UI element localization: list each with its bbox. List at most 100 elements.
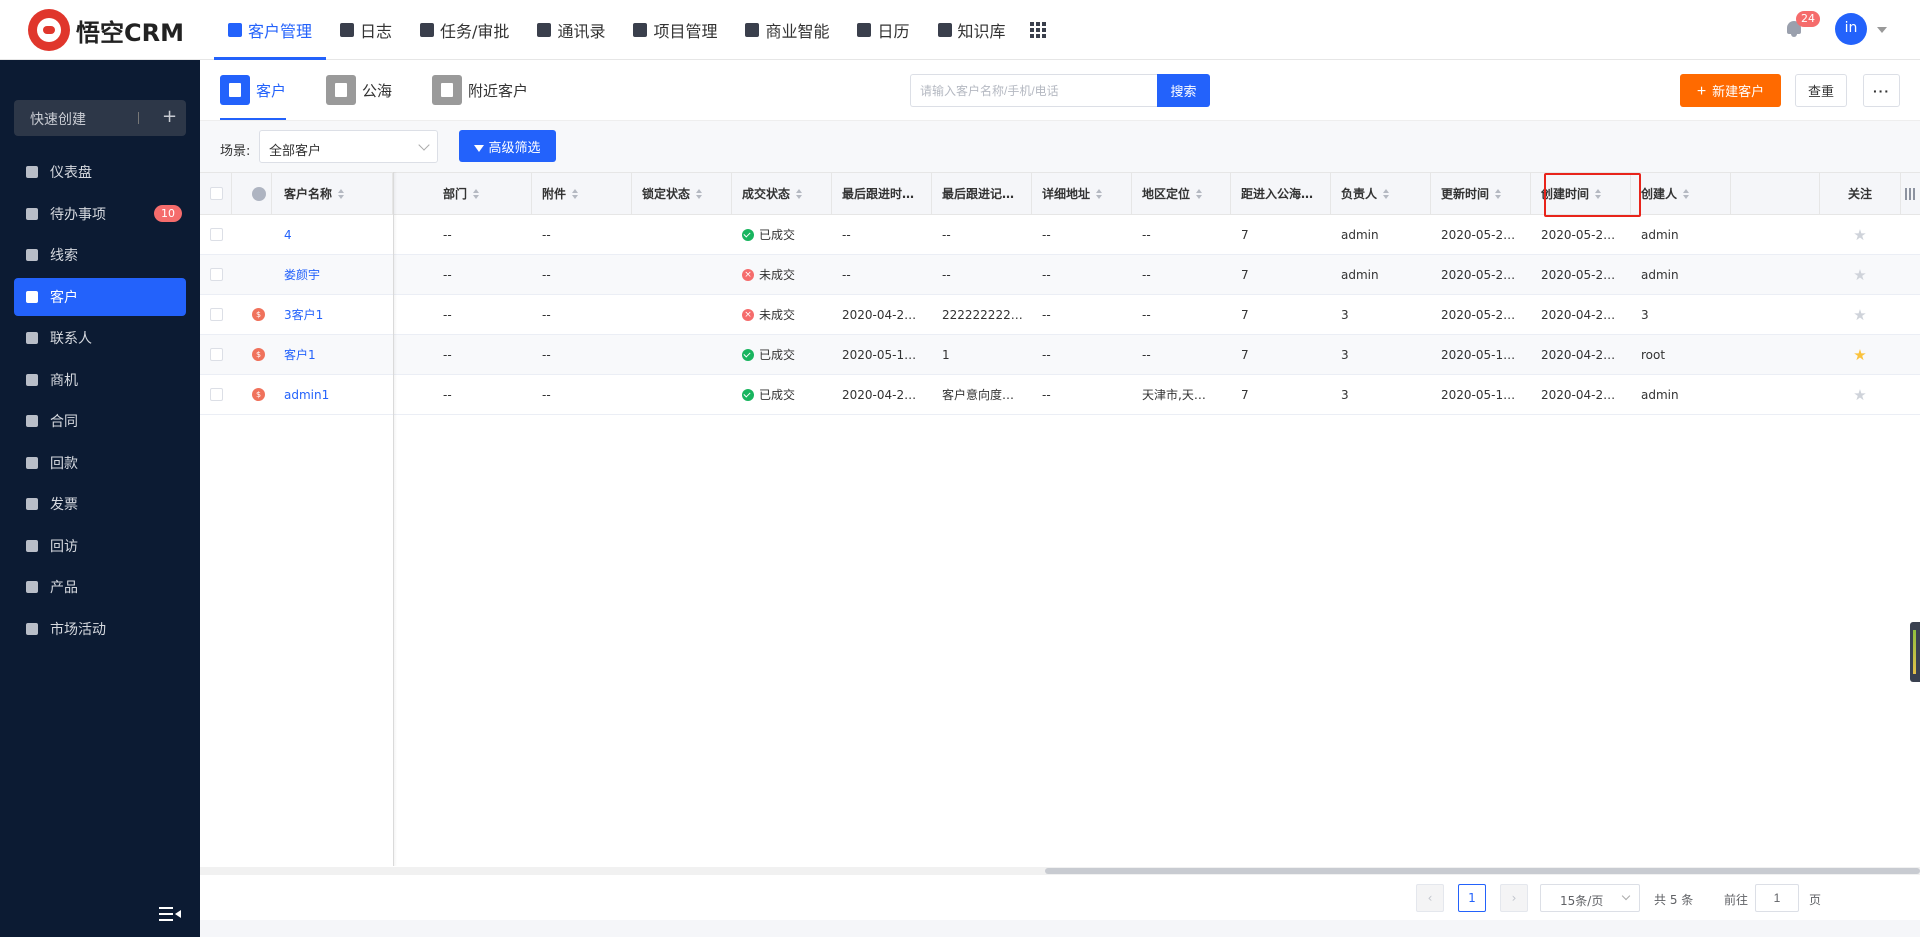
business-money-icon[interactable]: $ <box>252 348 265 361</box>
sidebar-item-8[interactable]: 发票 <box>14 485 186 523</box>
table-row[interactable]: 4 -- -- 已成交 -- -- -- -- 7 admin 2020-05-2… 2020-05-… <box>200 215 1920 255</box>
header-creator[interactable]: 创建人 <box>1631 173 1731 214</box>
sort-icon[interactable] <box>1383 188 1390 199</box>
sidebar-item-4[interactable]: 联系人 <box>14 319 186 357</box>
collapse-sidebar-icon[interactable] <box>159 907 181 921</box>
sidebar-item-0[interactable]: 仪表盘 <box>14 153 186 191</box>
star-icon[interactable]: ★ <box>1853 386 1866 404</box>
recheck-button[interactable]: 查重 <box>1795 74 1847 107</box>
cell-text: -- <box>443 307 452 322</box>
header-last-follow-time[interactable]: 最后跟进时… <box>832 173 932 214</box>
tab-0[interactable]: 客户 <box>220 60 287 120</box>
notification-count-badge: 24 <box>1796 11 1820 27</box>
more-actions-button[interactable]: ··· <box>1863 74 1900 107</box>
goto-page-input[interactable] <box>1755 884 1799 912</box>
advanced-filter-button[interactable]: 高级筛选 <box>459 130 556 162</box>
customer-name-link[interactable]: 4 <box>284 228 292 242</box>
app-logo[interactable]: 悟空CRM <box>28 9 184 51</box>
topnav-item-6[interactable]: 日历 <box>843 0 923 60</box>
cell-text: 2020-05-1… <box>1441 347 1516 362</box>
side-widget-handle[interactable] <box>1910 622 1920 682</box>
next-page-button[interactable]: › <box>1500 884 1528 912</box>
sidebar-item-9[interactable]: 回访 <box>14 527 186 565</box>
table-row[interactable]: 娄颜宇 -- -- × 未成交 -- -- -- -- 7 admin 2020-05-2… 2020-… <box>200 255 1920 295</box>
star-icon[interactable]: ★ <box>1853 226 1866 244</box>
search-input[interactable] <box>910 74 1157 107</box>
sort-icon[interactable] <box>572 188 579 199</box>
header-owner[interactable]: 负责人 <box>1331 173 1431 214</box>
sidebar-item-6[interactable]: 合同 <box>14 402 186 440</box>
star-icon[interactable]: ★ <box>1853 306 1866 324</box>
sort-icon[interactable] <box>1495 188 1502 199</box>
table-row[interactable]: $ admin1 -- -- 已成交 2020-04-2… 客户意向度… -- 天津市,天… 7 3… <box>200 375 1920 415</box>
header-deal[interactable]: 成交状态 <box>732 173 832 214</box>
topnav-item-0[interactable]: 客户管理 <box>214 0 327 60</box>
tab-2[interactable]: 附近客户 <box>432 60 528 120</box>
sort-icon[interactable] <box>1595 188 1602 199</box>
header-address[interactable]: 详细地址 <box>1032 173 1132 214</box>
star-icon[interactable]: ★ <box>1853 346 1866 364</box>
sort-icon[interactable] <box>796 188 803 199</box>
sidebar-item-1[interactable]: 待办事项 10 <box>14 195 186 233</box>
topnav-item-2[interactable]: 任务/审批 <box>406 0 523 60</box>
header-dept[interactable]: 部门 <box>433 173 532 214</box>
header-update-time[interactable]: 更新时间 <box>1431 173 1531 214</box>
app-grid-icon[interactable] <box>1029 22 1046 38</box>
tab-1[interactable]: 公海 <box>326 60 392 120</box>
new-customer-button[interactable]: + 新建客户 <box>1680 74 1781 107</box>
horizontal-scrollbar-thumb[interactable] <box>1045 868 1920 874</box>
sort-icon[interactable] <box>696 188 703 199</box>
sidebar-item-3[interactable]: 客户 <box>14 277 186 316</box>
user-menu-caret-icon[interactable] <box>1877 27 1887 33</box>
header-create-time[interactable]: 创建时间 <box>1531 173 1631 214</box>
row-checkbox[interactable] <box>210 228 223 241</box>
table-row[interactable]: $ 客户1 -- -- 已成交 2020-05-1… 1 -- -- 7 3 2020-05-1… 20… <box>200 335 1920 375</box>
page-number-current[interactable]: 1 <box>1458 884 1486 912</box>
sort-icon[interactable] <box>473 188 480 199</box>
column-settings[interactable] <box>1900 173 1920 214</box>
header-attachment[interactable]: 附件 <box>532 173 632 214</box>
search-button[interactable]: 搜索 <box>1157 74 1210 107</box>
horizontal-scrollbar[interactable] <box>200 867 1920 875</box>
quick-create-button[interactable]: 快速创建 + <box>14 100 186 136</box>
business-money-icon[interactable]: $ <box>252 388 265 401</box>
sidebar-item-11[interactable]: 市场活动 <box>14 610 186 648</box>
customer-name-link[interactable]: 3客户1 <box>284 306 323 323</box>
sidebar-item-5[interactable]: 商机 <box>14 361 186 399</box>
home-icon <box>26 539 38 552</box>
row-checkbox[interactable] <box>210 348 223 361</box>
sidebar-item-2[interactable]: 线索 <box>14 236 186 274</box>
row-checkbox[interactable] <box>210 268 223 281</box>
sort-icon[interactable] <box>1096 188 1103 199</box>
topnav-item-5[interactable]: 商业智能 <box>731 0 843 60</box>
customer-name-link[interactable]: 娄颜宇 <box>284 266 320 283</box>
sort-icon[interactable] <box>1683 188 1690 199</box>
topnav-item-1[interactable]: 日志 <box>326 0 406 60</box>
sort-icon[interactable] <box>1196 188 1203 199</box>
header-name[interactable]: 客户名称 <box>272 173 393 214</box>
page-size-select[interactable]: 15条/页 <box>1540 884 1640 912</box>
row-checkbox[interactable] <box>210 388 223 401</box>
select-all-checkbox[interactable] <box>210 187 223 200</box>
business-money-icon[interactable]: $ <box>252 308 265 321</box>
prev-page-button[interactable]: ‹ <box>1416 884 1444 912</box>
star-icon[interactable]: ★ <box>1853 266 1866 284</box>
header-region[interactable]: 地区定位 <box>1132 173 1231 214</box>
row-checkbox[interactable] <box>210 308 223 321</box>
scene-select[interactable]: 全部客户 <box>259 130 438 163</box>
sidebar-item-10[interactable]: 产品 <box>14 568 186 606</box>
header-lock[interactable]: 锁定状态 <box>632 173 732 214</box>
tab-label: 公海 <box>362 81 393 100</box>
table-row[interactable]: $3客户1 -- -- × 未成交 2020-04-2… 222222222… -- -- 7 3 2… <box>200 295 1920 335</box>
topnav-item-3[interactable]: 通讯录 <box>523 0 619 60</box>
user-avatar[interactable]: in <box>1835 13 1867 45</box>
customer-name-link[interactable]: admin1 <box>284 388 329 402</box>
topnav-item-4[interactable]: 项目管理 <box>619 0 731 60</box>
sort-icon[interactable] <box>338 188 345 199</box>
cell-create-time: 2020-05-2… <box>1531 255 1631 294</box>
header-last-follow-record[interactable]: 最后跟进记… <box>932 173 1032 214</box>
customer-name-link[interactable]: 客户1 <box>284 346 316 363</box>
sidebar-item-7[interactable]: 回款 <box>14 444 186 482</box>
topnav-item-7[interactable]: 知识库 <box>924 0 1020 60</box>
header-days-to-pool[interactable]: 距进入公海… <box>1231 173 1331 214</box>
